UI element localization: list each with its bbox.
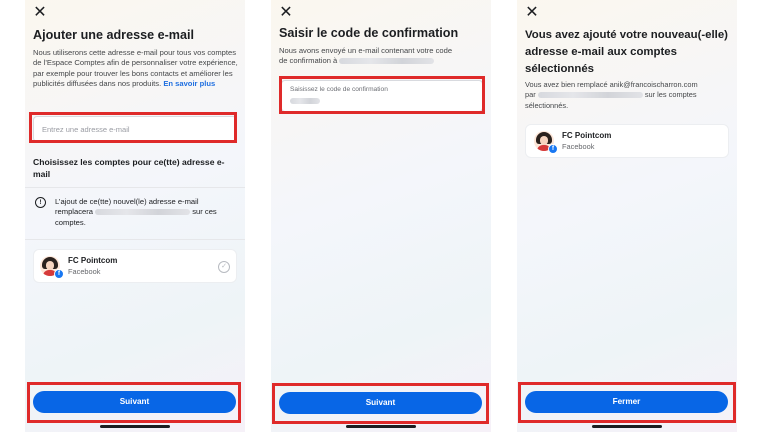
confirmation-line-1: Nous avons envoyé un e-mail contenant vo… [279,46,453,55]
notice-on-these: sur ces [192,207,217,217]
close-icon[interactable]: ✕ [279,5,293,21]
redacted-email [339,58,435,65]
notice-line-1: L’ajout de ce(tte) nouvel(le) adresse e-… [55,197,199,206]
success-by-label: par [525,90,536,100]
panel-add-email: ✕ Ajouter une adresse e-mail Nous utilis… [25,0,245,432]
close-button[interactable]: Fermer [525,391,728,413]
next-button[interactable]: Suivant [33,391,236,413]
confirmation-code-input[interactable]: Saisissez le code de confirmation [281,80,483,112]
check-circle-icon[interactable]: ✓ [218,261,230,273]
home-indicator [592,425,662,428]
info-icon: ! [35,197,46,208]
success-line-2: par sur les comptes [525,90,735,100]
redacted-email [537,92,643,99]
home-indicator [100,425,170,428]
page-title: Ajouter une adresse e-mail [33,28,194,42]
account-name: FC Pointcom [68,256,118,265]
learn-more-link[interactable]: En savoir plus [163,79,215,88]
divider [25,239,245,240]
next-button[interactable]: Suivant [279,392,482,414]
account-name: FC Pointcom [562,131,612,140]
intro-text: Nous utiliserons cette adresse e-mail po… [33,48,239,90]
panel-confirmation-code: ✕ Saisir le code de confirmation Nous av… [271,0,491,432]
confirmation-line-2: de confirmation à [279,56,485,66]
success-description: Vous avez bien remplacé anik@francoischa… [525,80,735,111]
notice-text: L’ajout de ce(tte) nouvel(le) adresse e-… [55,197,235,228]
panel-email-added: ✕ Vous avez ajouté votre nouveau(-elle) … [517,0,737,432]
success-line-1: Vous avez bien remplacé anik@francoischa… [525,80,698,89]
notice-line-2: remplacera sur ces [55,207,235,217]
account-platform: Facebook [562,142,595,151]
home-indicator [346,425,416,428]
choose-accounts-heading: Choisissez les comptes pour ce(tte) adre… [33,157,225,179]
success-on-accounts: sur les comptes [644,90,697,100]
confirmation-to-label: de confirmation à [279,56,338,66]
facebook-badge-icon: f [548,144,558,154]
email-placeholder: Entrez une adresse e-mail [42,125,130,134]
code-label: Saisissez le code de confirmation [290,86,388,93]
success-line-3: sélectionnés. [525,100,569,110]
account-platform: Facebook [68,267,101,276]
notice-replace-label: remplacera [55,207,93,217]
redacted-code [290,98,320,104]
close-icon[interactable]: ✕ [33,5,47,21]
redacted-email [95,209,191,216]
facebook-badge-icon: f [54,269,64,279]
divider [25,187,245,188]
page-title: Vous avez ajouté votre nouveau(-elle) ad… [525,29,728,75]
email-input[interactable]: Entrez une adresse e-mail [33,116,237,142]
page-title: Saisir le code de confirmation [279,26,459,40]
account-card: f FC Pointcom Facebook [525,124,729,158]
account-card[interactable]: f FC Pointcom Facebook ✓ [33,249,237,283]
close-icon[interactable]: ✕ [525,5,539,21]
notice-line-3: comptes. [55,217,86,227]
confirmation-description: Nous avons envoyé un e-mail contenant vo… [279,46,485,67]
